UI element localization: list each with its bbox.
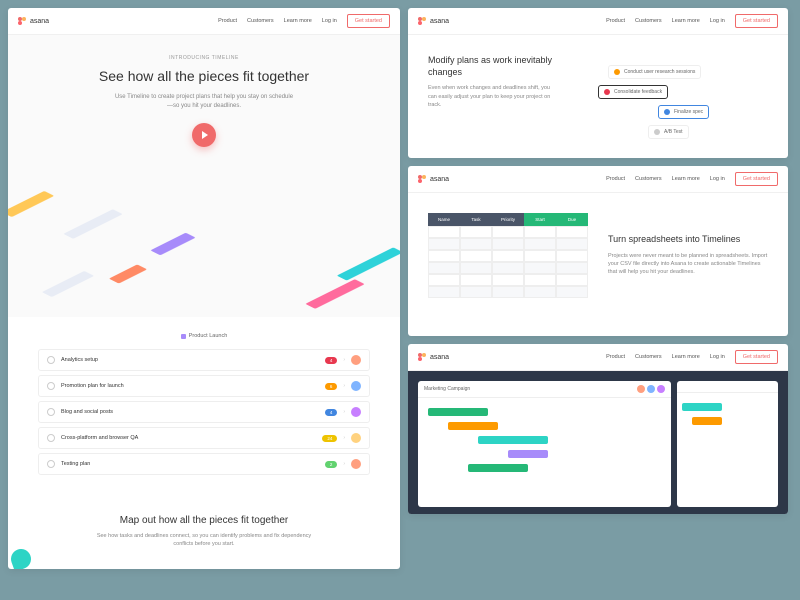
hero: Introducing Timeline See how all the pie… xyxy=(8,35,400,167)
get-started-button[interactable]: Get started xyxy=(735,172,778,186)
brand-name: asana xyxy=(30,18,49,25)
nav-customers[interactable]: Customers xyxy=(635,18,662,24)
section-title: Map out how all the pieces fit together xyxy=(38,515,370,526)
check-icon[interactable] xyxy=(47,408,55,416)
task-chip[interactable]: Conduct user research sessions xyxy=(608,65,701,79)
task-row[interactable]: Analytics setup4› xyxy=(38,349,370,371)
task-chip[interactable]: A/B Test xyxy=(648,125,689,139)
logo[interactable]: asana xyxy=(418,175,449,184)
section-body: Even when work changes and deadlines shi… xyxy=(428,84,558,109)
hero-subhead: Use Timeline to create project plans tha… xyxy=(114,93,294,111)
task-chip[interactable]: Finalize spec xyxy=(658,105,709,119)
section-map-out: Map out how all the pieces fit together … xyxy=(8,495,400,569)
task-chip-active[interactable]: Consolidate feedback xyxy=(598,85,668,99)
nav-login[interactable]: Log in xyxy=(710,18,725,24)
decoration-splash xyxy=(8,539,43,569)
section-body: See how tasks and deadlines connect, so … xyxy=(94,532,314,549)
get-started-button[interactable]: Get started xyxy=(735,14,778,28)
chevron-icon: › xyxy=(343,357,345,363)
hero-eyebrow: Introducing Timeline xyxy=(38,55,370,61)
section-body: Projects were never meant to be planned … xyxy=(608,252,768,277)
logo-icon xyxy=(18,17,27,26)
avatar xyxy=(351,433,361,443)
get-started-button[interactable]: Get started xyxy=(735,350,778,364)
task-list: Product Launch Analytics setup4› Promoti… xyxy=(8,317,400,495)
check-icon[interactable] xyxy=(47,382,55,390)
play-button[interactable] xyxy=(192,123,216,147)
section-title: Modify plans as work inevitably changes xyxy=(428,55,558,78)
logo[interactable]: asana xyxy=(18,17,49,26)
hero-title: See how all the pieces fit together xyxy=(38,67,370,85)
navbar: asana ProductCustomersLearn moreLog inGe… xyxy=(408,166,788,193)
nav-learn[interactable]: Learn more xyxy=(672,18,700,24)
project-name: Product Launch xyxy=(38,333,370,339)
isometric-illustration xyxy=(8,167,400,317)
avatar xyxy=(351,355,361,365)
avatar xyxy=(351,407,361,417)
timeline-preview: Marketing Campaign xyxy=(408,371,788,514)
nav-login[interactable]: Log in xyxy=(322,18,337,24)
dependency-diagram: Conduct user research sessions Consolida… xyxy=(578,55,768,109)
task-row[interactable]: Blog and social posts4› xyxy=(38,401,370,423)
avatar xyxy=(351,381,361,391)
task-row[interactable]: Promotion plan for launch6› xyxy=(38,375,370,397)
navbar: asana Product Customers Learn more Log i… xyxy=(8,8,400,35)
check-icon[interactable] xyxy=(47,434,55,442)
nav-product[interactable]: Product xyxy=(218,18,237,24)
nav-customers[interactable]: Customers xyxy=(247,18,274,24)
task-row[interactable]: Testing plan2› xyxy=(38,453,370,475)
check-icon[interactable] xyxy=(47,460,55,468)
section-title: Turn spreadsheets into Timelines xyxy=(608,234,768,246)
get-started-button[interactable]: Get started xyxy=(347,14,390,28)
avatar xyxy=(351,459,361,469)
logo[interactable]: asana xyxy=(418,17,449,26)
timeline-window: Marketing Campaign xyxy=(418,381,671,507)
check-icon[interactable] xyxy=(47,356,55,364)
timeline-window-secondary xyxy=(677,381,778,507)
spreadsheet-illustration: NameTaskPriorityStartDue xyxy=(428,213,588,298)
nav-learn[interactable]: Learn more xyxy=(284,18,312,24)
logo[interactable]: asana xyxy=(418,353,449,362)
navbar: asana ProductCustomersLearn moreLog inGe… xyxy=(408,344,788,371)
navbar: asana Product Customers Learn more Log in Ge… xyxy=(408,8,788,35)
nav-product[interactable]: Product xyxy=(606,18,625,24)
task-row[interactable]: Cross-platform and browser QA24› xyxy=(38,427,370,449)
